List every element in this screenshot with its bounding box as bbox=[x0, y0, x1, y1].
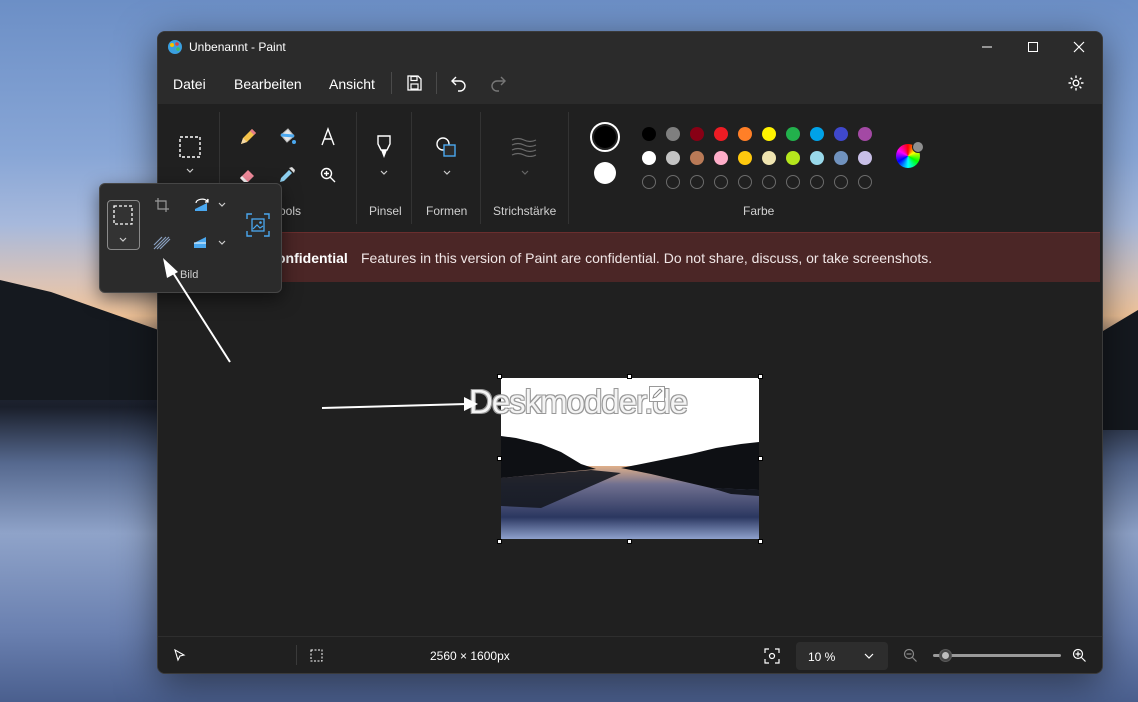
arrow-to-watermark bbox=[321, 403, 467, 409]
annotation-arrows bbox=[163, 258, 478, 411]
arrow-to-flyout bbox=[169, 267, 231, 363]
arrowhead bbox=[163, 258, 178, 278]
arrowhead bbox=[464, 397, 478, 411]
